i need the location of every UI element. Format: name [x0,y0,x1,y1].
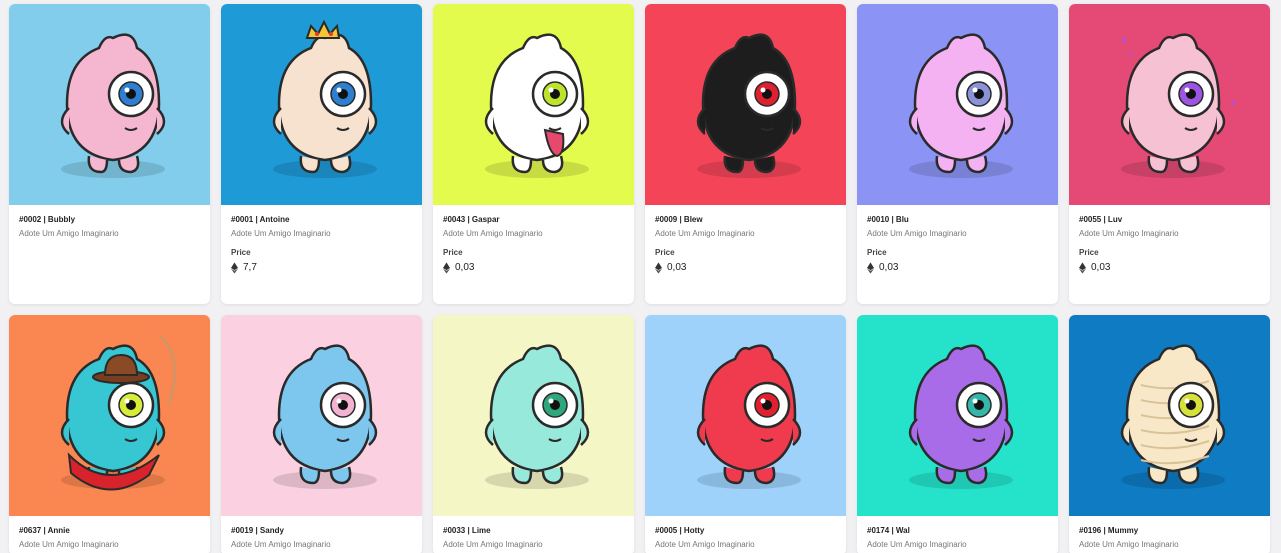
nft-image[interactable]: ♥ ♥ ♥ [1069,4,1270,205]
collection-name: Adote Um Amigo Imaginario [19,229,119,238]
collection-name: Adote Um Amigo Imaginario [19,540,119,549]
card-info: #0637 | Annie Adote Um Amigo Imaginario [9,516,210,553]
nft-grid: #0002 | Bubbly Adote Um Amigo Imaginario … [0,0,1281,553]
nft-image[interactable] [9,315,210,516]
nft-card[interactable]: #0043 | Gaspar Adote Um Amigo Imaginario P… [433,4,634,304]
collection-name: Adote Um Amigo Imaginario [867,229,967,238]
eth-icon [867,262,874,274]
price-value: 0,03 [879,262,899,273]
price-row: 0,03 [867,261,1048,275]
collection-name: Adote Um Amigo Imaginario [655,540,755,549]
nft-card[interactable]: ♥ ♥ ♥ #0055 | Luv Adote Um Amigo Imaginar… [1069,4,1270,304]
nft-card[interactable]: #0174 | Wal Adote Um Amigo Imaginario [857,315,1058,553]
card-info: #0043 | Gaspar Adote Um Amigo Imaginario P… [433,205,634,283]
nft-title[interactable]: #0010 | Blu [867,214,1048,225]
price-label: Price [443,248,463,257]
svg-text:♥: ♥ [1231,98,1236,108]
card-info: #0010 | Blu Adote Um Amigo Imaginario Pric… [857,205,1058,283]
price-value: 0,03 [455,262,475,273]
svg-text:♥: ♥ [1129,51,1133,58]
price-value: 0,03 [1091,262,1111,273]
card-info: #0033 | Lime Adote Um Amigo Imaginario [433,516,634,553]
collection-name: Adote Um Amigo Imaginario [443,229,543,238]
nft-image[interactable] [645,315,846,516]
nft-title[interactable]: #0043 | Gaspar [443,214,624,225]
nft-image[interactable] [857,4,1058,205]
price-row: 0,03 [655,261,836,275]
eth-icon [1079,262,1086,274]
nft-image[interactable] [857,315,1058,516]
nft-image[interactable] [9,4,210,205]
nft-image[interactable] [1069,315,1270,516]
collection-name: Adote Um Amigo Imaginario [231,540,331,549]
nft-card[interactable]: #0002 | Bubbly Adote Um Amigo Imaginario [9,4,210,304]
nft-card[interactable]: #0005 | Hotty Adote Um Amigo Imaginario [645,315,846,553]
eth-icon [655,262,662,274]
eth-icon [231,262,238,274]
collection-name: Adote Um Amigo Imaginario [1079,540,1179,549]
price-label: Price [231,248,251,257]
card-info: #0009 | Blew Adote Um Amigo Imaginario Pri… [645,205,846,283]
collection-name: Adote Um Amigo Imaginario [231,229,331,238]
collection-name: Adote Um Amigo Imaginario [1079,229,1179,238]
price-row: 0,03 [443,261,624,275]
price-row: 7,7 [231,261,412,275]
price-value: 0,03 [667,262,687,273]
nft-title[interactable]: #0033 | Lime [443,525,624,536]
price-row: 0,03 [1079,261,1260,275]
nft-card[interactable]: #0009 | Blew Adote Um Amigo Imaginario Pri… [645,4,846,304]
nft-title[interactable]: #0009 | Blew [655,214,836,225]
nft-card[interactable]: #0637 | Annie Adote Um Amigo Imaginario [9,315,210,553]
nft-image[interactable] [433,315,634,516]
nft-card[interactable]: #0001 | Antoine Adote Um Amigo Imaginario… [221,4,422,304]
nft-image[interactable] [645,4,846,205]
svg-text:♥: ♥ [1121,36,1127,47]
eth-icon [443,262,450,274]
card-info: #0055 | Luv Adote Um Amigo Imaginario Pric… [1069,205,1270,283]
nft-card[interactable]: #0196 | Mummy Adote Um Amigo Imaginario [1069,315,1270,553]
nft-image[interactable] [221,315,422,516]
card-info: #0002 | Bubbly Adote Um Amigo Imaginario [9,205,210,247]
price-value: 7,7 [243,262,257,273]
price-label: Price [655,248,675,257]
nft-title[interactable]: #0001 | Antoine [231,214,412,225]
nft-card[interactable]: #0010 | Blu Adote Um Amigo Imaginario Pric… [857,4,1058,304]
price-label: Price [867,248,887,257]
nft-title[interactable]: #0002 | Bubbly [19,214,200,225]
collection-name: Adote Um Amigo Imaginario [867,540,967,549]
nft-card[interactable]: #0033 | Lime Adote Um Amigo Imaginario [433,315,634,553]
card-info: #0174 | Wal Adote Um Amigo Imaginario [857,516,1058,553]
nft-title[interactable]: #0174 | Wal [867,525,1048,536]
nft-image[interactable] [221,4,422,205]
nft-title[interactable]: #0055 | Luv [1079,214,1260,225]
card-info: #0005 | Hotty Adote Um Amigo Imaginario [645,516,846,553]
collection-name: Adote Um Amigo Imaginario [443,540,543,549]
card-info: #0196 | Mummy Adote Um Amigo Imaginario [1069,516,1270,553]
nft-card[interactable]: #0019 | Sandy Adote Um Amigo Imaginario [221,315,422,553]
nft-title[interactable]: #0637 | Annie [19,525,200,536]
nft-title[interactable]: #0196 | Mummy [1079,525,1260,536]
price-label: Price [1079,248,1099,257]
nft-title[interactable]: #0019 | Sandy [231,525,412,536]
collection-name: Adote Um Amigo Imaginario [655,229,755,238]
card-info: #0019 | Sandy Adote Um Amigo Imaginario [221,516,422,553]
nft-title[interactable]: #0005 | Hotty [655,525,836,536]
nft-image[interactable] [433,4,634,205]
card-info: #0001 | Antoine Adote Um Amigo Imaginario… [221,205,422,283]
